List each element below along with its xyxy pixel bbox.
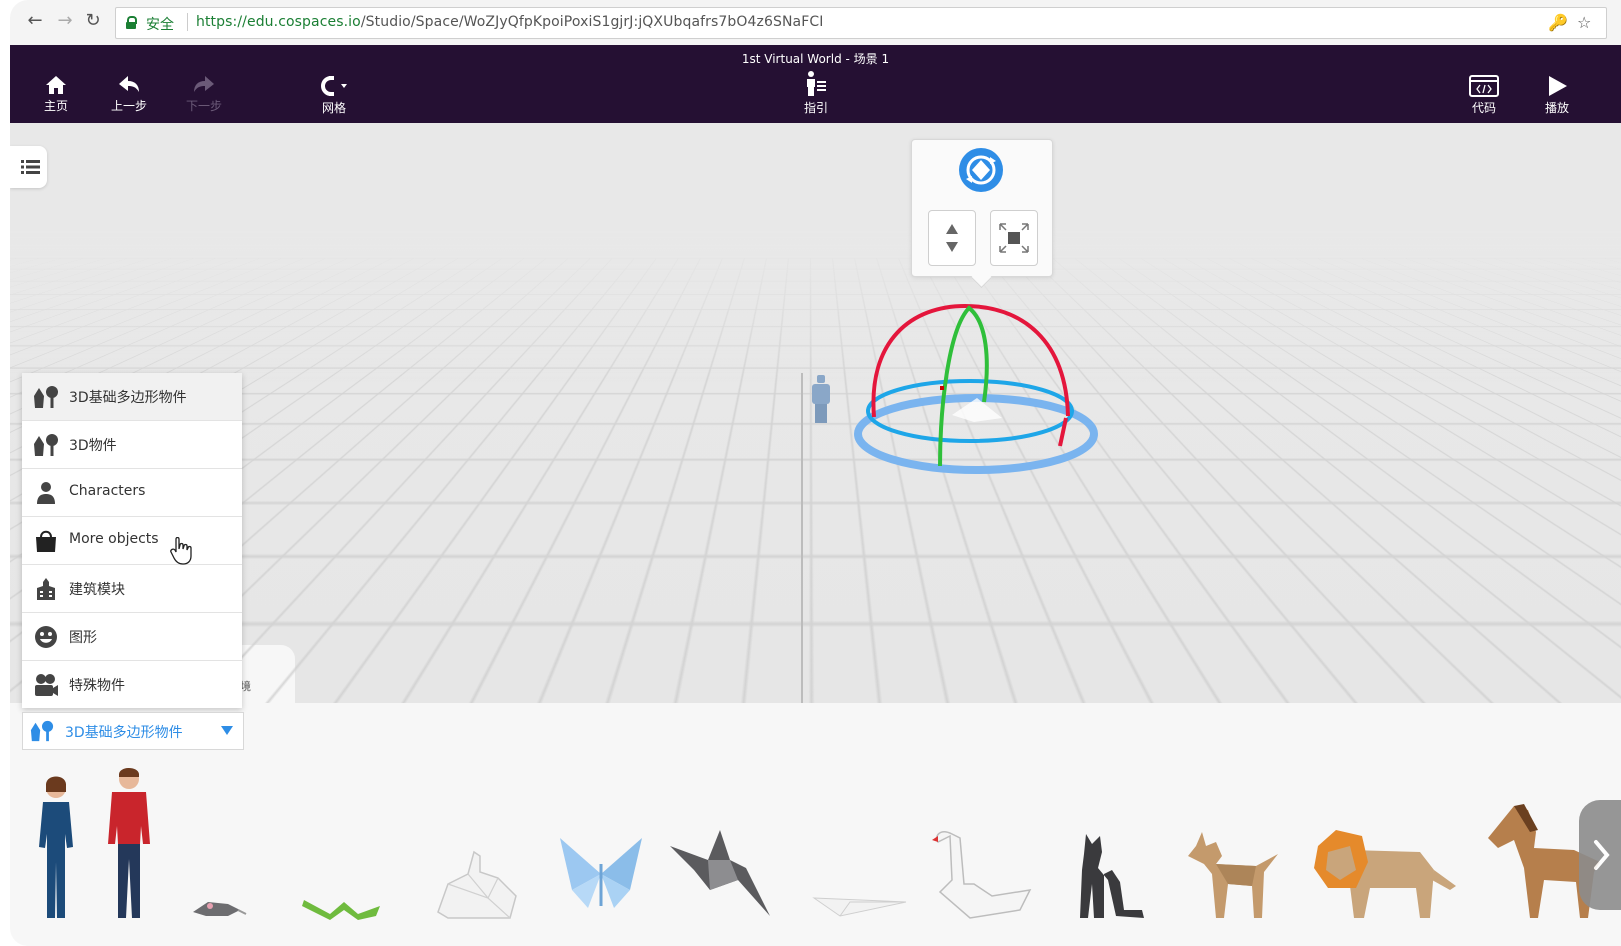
secure-label: 安全 [146,17,174,33]
guide-button[interactable]: 指引 [786,71,846,116]
category-item-basic-polygon[interactable]: 3D基础多边形物件 [22,373,242,421]
app-toolbar: 1st Virtual World - 场景 1 主页 上一步 下一步 网格 指… [10,45,1621,123]
bookmark-star-icon[interactable]: ☆ [1577,13,1591,32]
scene-viewport[interactable] [10,123,1621,703]
shopping-bag-icon [36,530,56,552]
forward-icon[interactable]: → [54,10,76,31]
scene-list-button[interactable] [10,146,47,188]
home-button[interactable]: 主页 [26,75,86,114]
redo-label: 下一步 [185,99,222,113]
lock-icon [126,16,137,29]
grid-label: 网格 [321,101,346,115]
undo-label: 上一步 [110,99,147,113]
library-item-rabbit[interactable] [428,848,524,922]
home-label: 主页 [43,99,68,113]
category-item-label: 建筑模块 [69,582,125,598]
camera-person-figure[interactable] [811,375,831,423]
code-icon [1469,75,1499,97]
app-frame: ← → ↻ 安全 https://edu.cospaces.io/Studio/… [10,0,1621,946]
category-item-label: 3D基础多边形物件 [69,390,187,406]
play-icon [1549,76,1567,96]
undo-button[interactable]: 上一步 [99,75,159,114]
category-item-label: More objects [69,531,159,547]
category-select-label: 3D基础多边形物件 [65,725,183,741]
reload-icon[interactable]: ↻ [82,10,104,31]
rotation-gizmo[interactable] [852,300,1112,490]
rotate-icon [966,155,996,185]
drawer-tab-partial[interactable]: 境 [240,645,295,705]
chevron-right-icon [1594,840,1610,870]
category-item-label: 图形 [69,630,97,646]
home-icon [46,76,66,94]
category-item-label: 特殊物件 [69,678,125,694]
category-item-more-objects[interactable]: More objects [22,517,242,565]
play-label: 播放 [1544,101,1569,115]
undo-icon [119,76,139,92]
scale-button[interactable] [990,210,1038,266]
back-icon[interactable]: ← [24,10,46,31]
building-icon [37,578,55,600]
code-label: 代码 [1471,101,1496,115]
transform-popup [911,139,1053,277]
library-next-button[interactable] [1579,800,1621,910]
library-item-crane[interactable] [668,826,772,922]
guide-person-icon [807,71,826,96]
rotate-mode-button[interactable] [959,148,1003,192]
category-item-label: Characters [69,483,146,499]
chevron-down-icon [221,726,233,735]
camera-icon [35,674,58,696]
category-item-label: 3D物件 [69,438,117,454]
url-text[interactable]: https://edu.cospaces.io/Studio/Space/WoZ… [196,14,823,30]
guide-label: 指引 [803,101,828,115]
code-button[interactable]: 代码 [1454,75,1514,116]
category-menu: 3D基础多边形物件 3D物件 Characters More objects 建… [22,373,242,708]
object-library-drawer [10,703,1621,946]
play-button[interactable]: 播放 [1527,75,1587,116]
up-down-arrow-icon [946,224,958,252]
redo-icon [194,76,214,92]
scene-axis [801,373,803,703]
category-item-building-blocks[interactable]: 建筑模块 [22,565,242,613]
scene-title: 1st Virtual World - 场景 1 [741,52,890,66]
library-item-dog[interactable] [1182,828,1282,922]
tree-rocket-icon [34,386,58,408]
category-item-shapes[interactable]: 图形 [22,613,242,661]
magnet-icon [321,76,347,96]
library-item-man[interactable] [106,764,152,922]
scale-icon [999,223,1029,253]
library-item-swan[interactable] [930,826,1034,922]
library-item-lion[interactable] [1310,826,1460,922]
hand-cursor-icon [170,537,192,565]
move-vertical-button[interactable] [928,210,976,266]
smiley-icon [35,626,57,648]
category-select[interactable]: 3D基础多边形物件 [22,712,244,750]
tree-rocket-icon [30,720,54,742]
redo-button[interactable]: 下一步 [174,75,234,114]
library-item-rat[interactable] [188,892,248,922]
person-icon [37,482,55,504]
library-item-woman[interactable] [35,772,77,922]
list-icon [21,160,40,174]
tree-rocket-icon [34,434,58,456]
category-item-characters[interactable]: Characters [22,469,242,517]
category-item-special-objects[interactable]: 特殊物件 [22,661,242,708]
grid-button[interactable]: 网格 [304,75,364,116]
library-item-butterfly[interactable] [558,834,644,922]
library-item-paper-plane[interactable] [810,882,910,922]
library-item-snake[interactable] [300,888,384,922]
address-bar[interactable]: 安全 https://edu.cospaces.io/Studio/Space/… [115,7,1607,39]
key-icon[interactable]: 🔑 [1548,13,1568,32]
category-item-3d-objects[interactable]: 3D物件 [22,421,242,469]
browser-bar: ← → ↻ 安全 https://edu.cospaces.io/Studio/… [10,0,1621,45]
library-item-cat[interactable] [1068,830,1148,922]
